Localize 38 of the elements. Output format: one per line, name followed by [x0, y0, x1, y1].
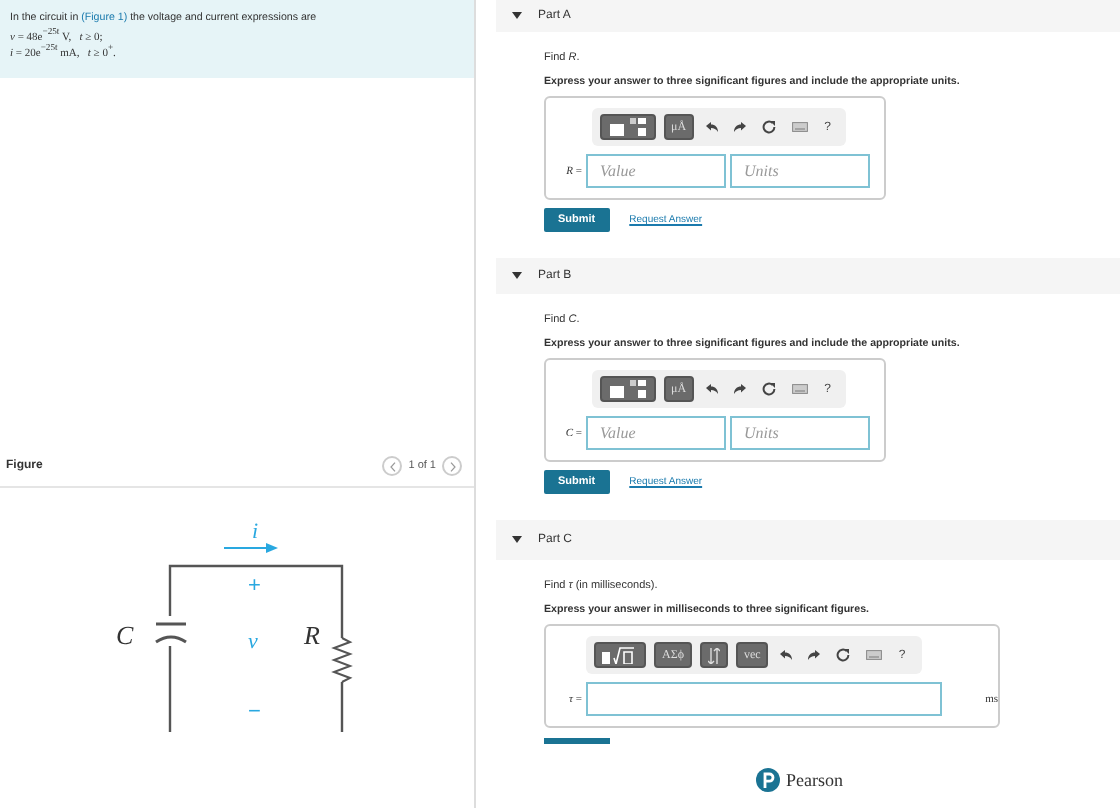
caret-down-icon — [512, 12, 522, 20]
keyboard-icon — [792, 384, 809, 394]
value-field[interactable]: Value — [586, 416, 726, 450]
voltage-label: v — [248, 630, 258, 654]
chevron-left-icon — [389, 461, 396, 471]
redo-icon — [734, 384, 747, 394]
units-field[interactable]: Units — [730, 416, 870, 450]
undo-icon — [706, 122, 719, 132]
templates-button[interactable] — [594, 642, 646, 668]
root-template-icon — [602, 646, 638, 664]
chevron-right-icon — [449, 461, 455, 471]
caret-down-icon — [512, 272, 522, 280]
plus-sign: + — [248, 574, 261, 598]
resistor-label: R — [304, 620, 320, 650]
templates-button[interactable] — [599, 114, 656, 140]
units-field[interactable]: Units — [730, 154, 870, 188]
capacitor-label: C — [116, 620, 134, 650]
templates-icon — [607, 118, 648, 136]
minus-sign: − — [248, 700, 261, 724]
sort-arrows-icon — [707, 647, 720, 663]
reset-icon — [762, 382, 777, 396]
undo-icon — [780, 650, 793, 660]
value-field[interactable]: Value — [586, 154, 726, 188]
brand-name: Pearson — [786, 770, 843, 790]
current-label: i — [252, 520, 259, 544]
sort-button[interactable] — [699, 642, 728, 668]
keyboard-icon — [792, 122, 809, 132]
redo-icon — [734, 122, 747, 132]
current-arrow — [223, 543, 278, 553]
keyboard-icon — [866, 650, 883, 660]
reset-icon — [836, 648, 851, 662]
reset-icon — [762, 120, 777, 134]
answer-field[interactable] — [586, 682, 942, 716]
templates-button[interactable] — [599, 376, 656, 402]
undo-icon — [706, 384, 719, 394]
caret-down-icon — [512, 536, 522, 544]
redo-icon — [808, 650, 821, 660]
templates-icon — [607, 380, 648, 398]
